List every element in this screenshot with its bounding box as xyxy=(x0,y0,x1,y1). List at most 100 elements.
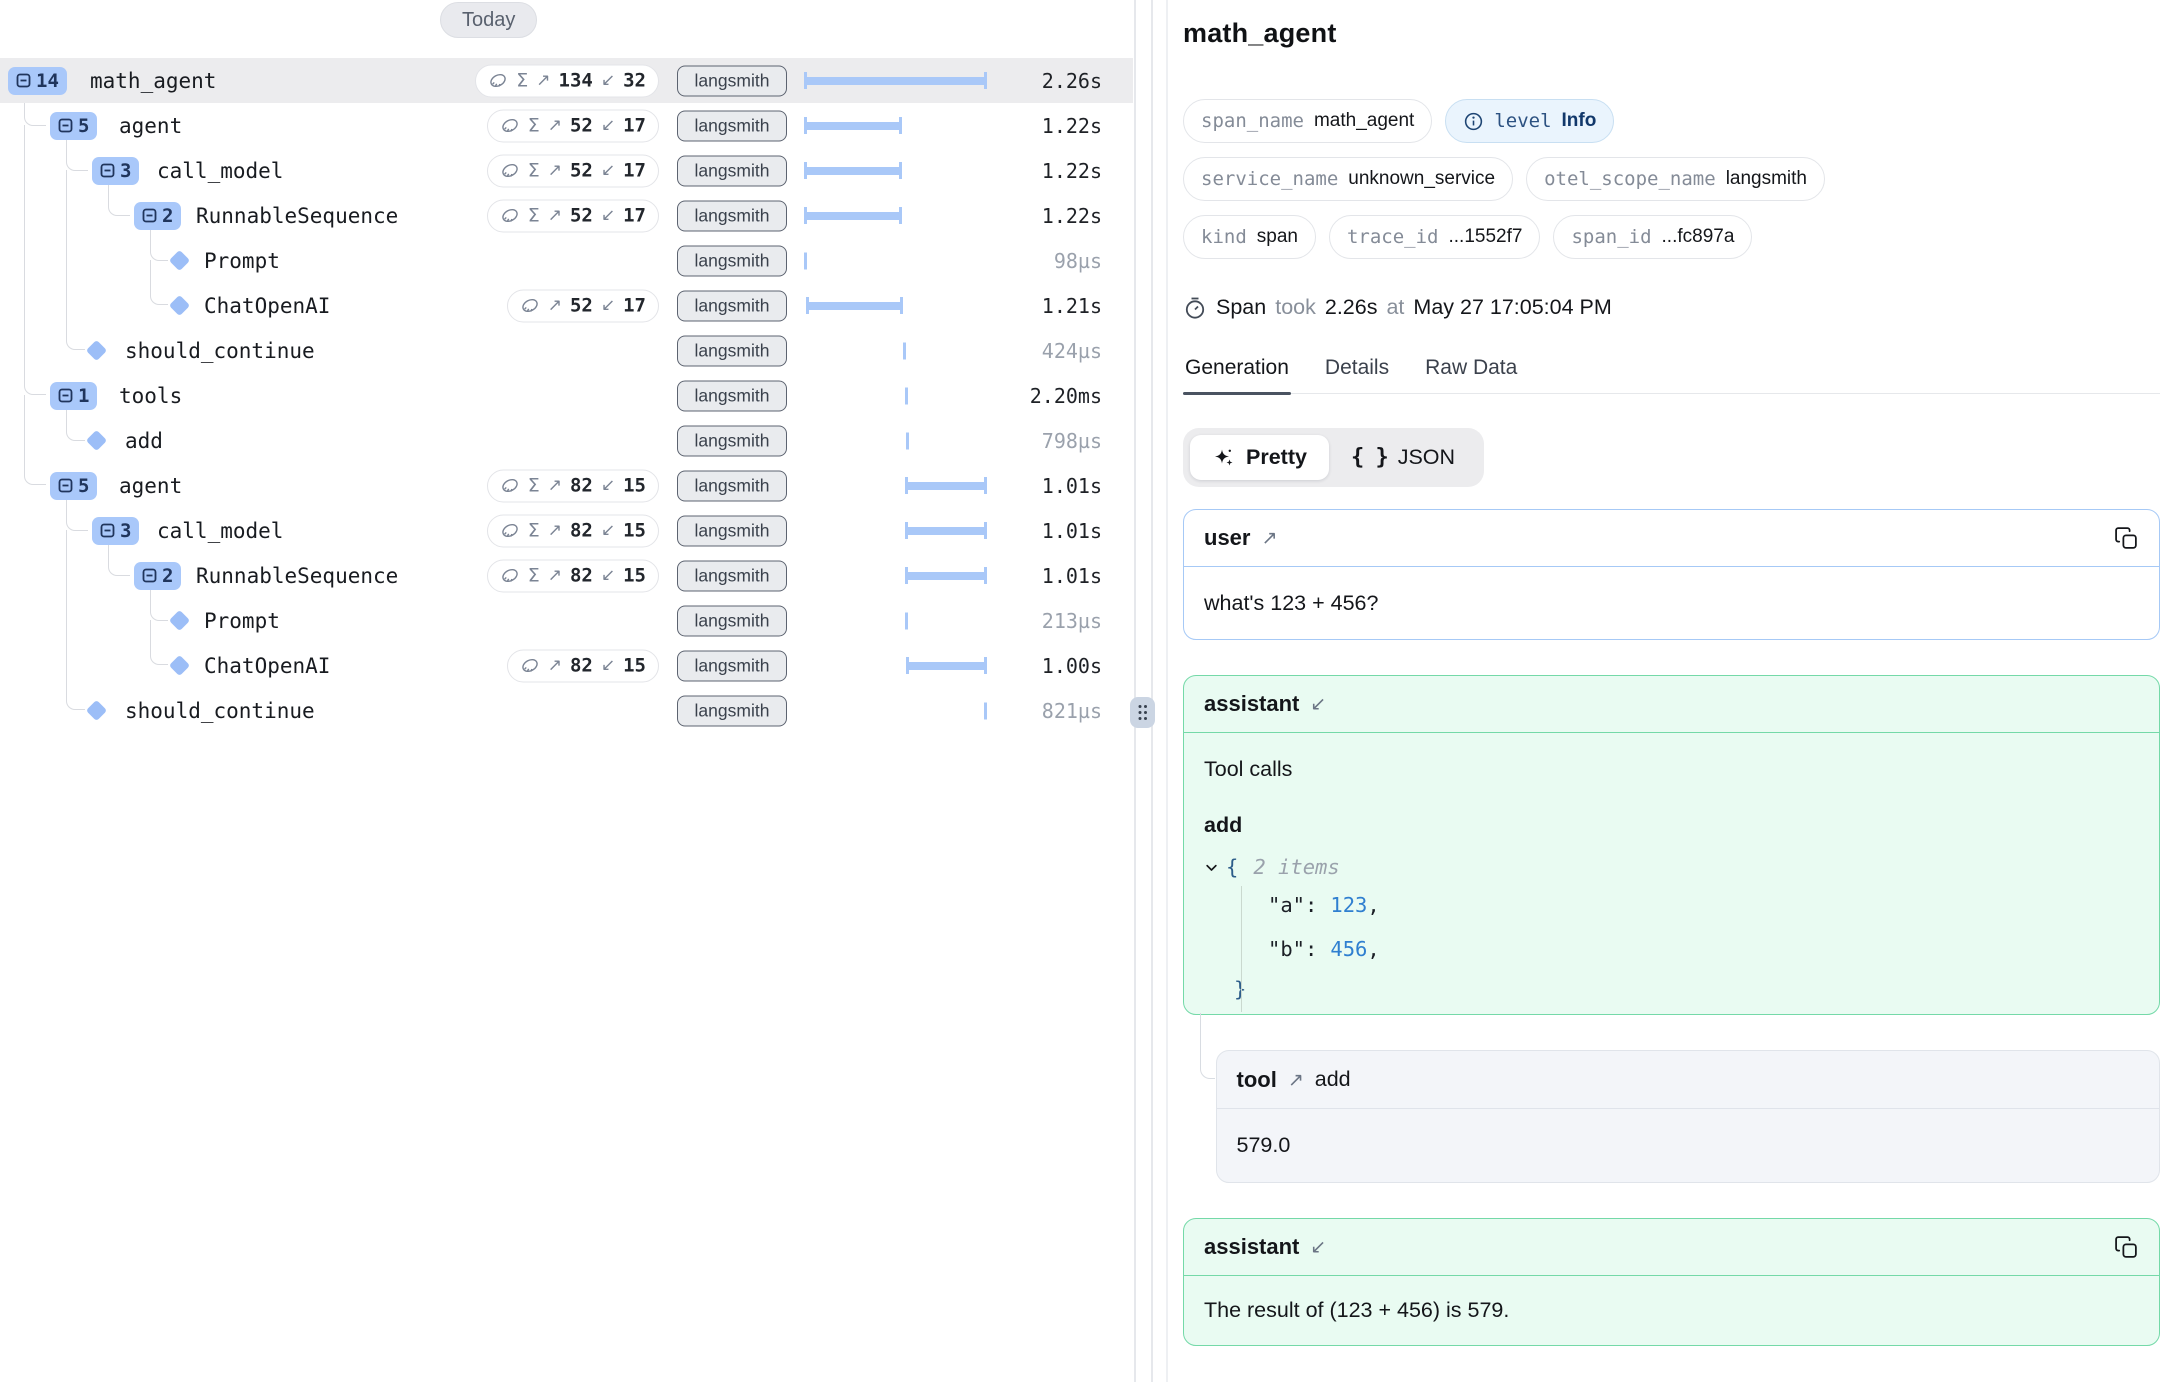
trace-row-call-model-2[interactable]: 3 call_model Σ ↗82 ↙15 langsmith 1.01s xyxy=(0,508,1133,553)
tokens-out-arrow-icon: ↙ xyxy=(601,206,615,226)
duration-bar xyxy=(804,252,807,269)
collapse-badge[interactable]: 2 xyxy=(134,562,181,590)
json-items-hint: 2 items xyxy=(1253,855,1339,879)
trace-row-runnable-sequence[interactable]: 2 RunnableSequence Σ ↗52 ↙17 langsmith 1… xyxy=(0,193,1133,238)
braces-icon: { } xyxy=(1351,445,1388,470)
span-name[interactable]: RunnableSequence xyxy=(196,204,398,228)
duration-bar xyxy=(984,702,987,719)
waterfall-track xyxy=(804,373,987,418)
tokens-in-arrow-icon: ↗ xyxy=(548,206,562,226)
trace-row-add[interactable]: add langsmith 798µs xyxy=(0,418,1133,463)
json-view-button[interactable]: { } JSON xyxy=(1329,435,1477,480)
copy-icon xyxy=(2114,526,2139,551)
span-name[interactable]: ChatOpenAI xyxy=(204,294,330,318)
tab-details[interactable]: Details xyxy=(1323,356,1391,393)
duration-bar xyxy=(905,482,987,490)
span-name[interactable]: Prompt xyxy=(204,609,280,633)
collapse-minus-icon xyxy=(142,208,157,223)
span-timing-line: Span took 2.26s at May 27 17:05:04 PM xyxy=(1183,295,2160,320)
waterfall-track xyxy=(804,418,987,463)
span-name[interactable]: math_agent xyxy=(90,69,216,93)
span-name[interactable]: RunnableSequence xyxy=(196,564,398,588)
attribute-pill-trace-id: trace_id ...1552f7 xyxy=(1329,215,1540,259)
date-chip[interactable]: Today xyxy=(440,2,537,38)
trace-row-call-model[interactable]: 3 call_model Σ ↗52 ↙17 langsmith 1.22s xyxy=(0,148,1133,193)
trace-row-chatopenai-2[interactable]: ChatOpenAI ↗82 ↙15 langsmith 1.00s xyxy=(0,643,1133,688)
tab-raw-data[interactable]: Raw Data xyxy=(1423,356,1519,393)
tokens-in-arrow-icon: ↗ xyxy=(548,296,562,316)
waterfall-track xyxy=(804,283,987,328)
duration-bar xyxy=(804,77,987,85)
stopwatch-icon xyxy=(1183,296,1207,320)
collapse-minus-icon xyxy=(58,118,73,133)
copy-button[interactable] xyxy=(2113,525,2139,551)
tool-name: add xyxy=(1315,1067,1351,1092)
span-name[interactable]: Prompt xyxy=(204,249,280,273)
collapse-badge[interactable]: 3 xyxy=(92,517,139,545)
message-card-user: user ↗ what's 123 + 456? xyxy=(1183,509,2160,640)
chevron-down-icon[interactable] xyxy=(1204,860,1219,875)
tokens-out-arrow-icon: ↙ xyxy=(601,296,615,316)
duration-bar xyxy=(905,387,908,404)
duration-label: 213µs xyxy=(1042,609,1102,633)
span-name[interactable]: call_model xyxy=(157,519,283,543)
trace-row-math-agent[interactable]: 14 math_agent Σ ↗134 ↙32 langsmith 2.26s xyxy=(0,58,1133,103)
collapse-badge[interactable]: 1 xyxy=(50,382,97,410)
leaf-diamond-icon xyxy=(86,700,107,721)
collapse-badge[interactable]: 14 xyxy=(8,67,67,95)
waterfall-track xyxy=(804,148,987,193)
tool-calls-label: Tool calls xyxy=(1204,757,2139,782)
trace-row-agent[interactable]: 5 agent Σ ↗52 ↙17 langsmith 1.22s xyxy=(0,103,1133,148)
trace-row-runnable-sequence-2[interactable]: 2 RunnableSequence Σ ↗82 ↙15 langsmith 1… xyxy=(0,553,1133,598)
attribute-pill-kind: kind span xyxy=(1183,215,1316,259)
tokens-out-arrow-icon: ↙ xyxy=(601,161,615,181)
collapse-badge[interactable]: 5 xyxy=(50,472,97,500)
trace-row-should-continue-2[interactable]: should_continue langsmith 821µs xyxy=(0,688,1133,733)
span-name[interactable]: add xyxy=(125,429,163,453)
trace-row-prompt[interactable]: Prompt langsmith 98µs xyxy=(0,238,1133,283)
attribute-pill-otel-scope-name: otel_scope_name langsmith xyxy=(1526,157,1825,201)
copy-button[interactable] xyxy=(2113,1234,2139,1260)
tab-generation[interactable]: Generation xyxy=(1183,356,1291,393)
duration-bar xyxy=(905,572,987,580)
attribute-pill-level: level Info xyxy=(1445,99,1614,143)
view-mode-toggle: Pretty { } JSON xyxy=(1183,428,1484,487)
trace-row-prompt-2[interactable]: Prompt langsmith 213µs xyxy=(0,598,1133,643)
span-name[interactable]: should_continue xyxy=(125,339,315,363)
span-detail-panel: math_agent span_name math_agent level In… xyxy=(1153,0,2172,1382)
pretty-view-button[interactable]: Pretty xyxy=(1190,435,1329,480)
span-name[interactable]: should_continue xyxy=(125,699,315,723)
trace-row-should-continue[interactable]: should_continue langsmith 424µs xyxy=(0,328,1133,373)
collapse-badge[interactable]: 2 xyxy=(134,202,181,230)
message-card-assistant-final: assistant ↙ The result of (123 + 456) is… xyxy=(1183,1218,2160,1346)
tokens-in-arrow-icon: ↗ xyxy=(536,71,550,91)
trace-row-agent-2[interactable]: 5 agent Σ ↗82 ↙15 langsmith 1.01s xyxy=(0,463,1133,508)
integration-badge: langsmith xyxy=(677,110,787,141)
message-role: assistant xyxy=(1204,691,1299,717)
token-usage-badge: Σ ↗82 ↙15 xyxy=(487,514,659,547)
integration-badge: langsmith xyxy=(677,605,787,636)
trace-row-tools[interactable]: 1 tools langsmith 2.20ms xyxy=(0,373,1133,418)
duration-label: 821µs xyxy=(1042,699,1102,723)
token-usage-badge: Σ ↗134 ↙32 xyxy=(475,64,659,97)
collapse-minus-icon xyxy=(58,478,73,493)
collapse-minus-icon xyxy=(58,388,73,403)
tokens-out-arrow-icon: ↙ xyxy=(601,566,615,586)
splitter-drag-handle[interactable] xyxy=(1130,697,1155,728)
collapse-badge[interactable]: 5 xyxy=(50,112,97,140)
collapse-badge[interactable]: 3 xyxy=(92,157,139,185)
detail-tabs: Generation Details Raw Data xyxy=(1183,356,2160,394)
token-usage-badge: ↗82 ↙15 xyxy=(507,649,659,682)
json-key-value: "b": 456 , xyxy=(1204,927,2139,971)
span-name[interactable]: tools xyxy=(119,384,182,408)
duration-label: 1.00s xyxy=(1042,654,1102,678)
span-name[interactable]: agent xyxy=(119,474,182,498)
span-name[interactable]: ChatOpenAI xyxy=(204,654,330,678)
sparkle-icon xyxy=(1212,446,1236,470)
span-name[interactable]: agent xyxy=(119,114,182,138)
span-name[interactable]: call_model xyxy=(157,159,283,183)
token-coin-icon xyxy=(500,566,520,586)
token-coin-icon xyxy=(500,116,520,136)
waterfall-track xyxy=(804,328,987,373)
trace-row-chatopenai[interactable]: ChatOpenAI ↗52 ↙17 langsmith 1.21s xyxy=(0,283,1133,328)
